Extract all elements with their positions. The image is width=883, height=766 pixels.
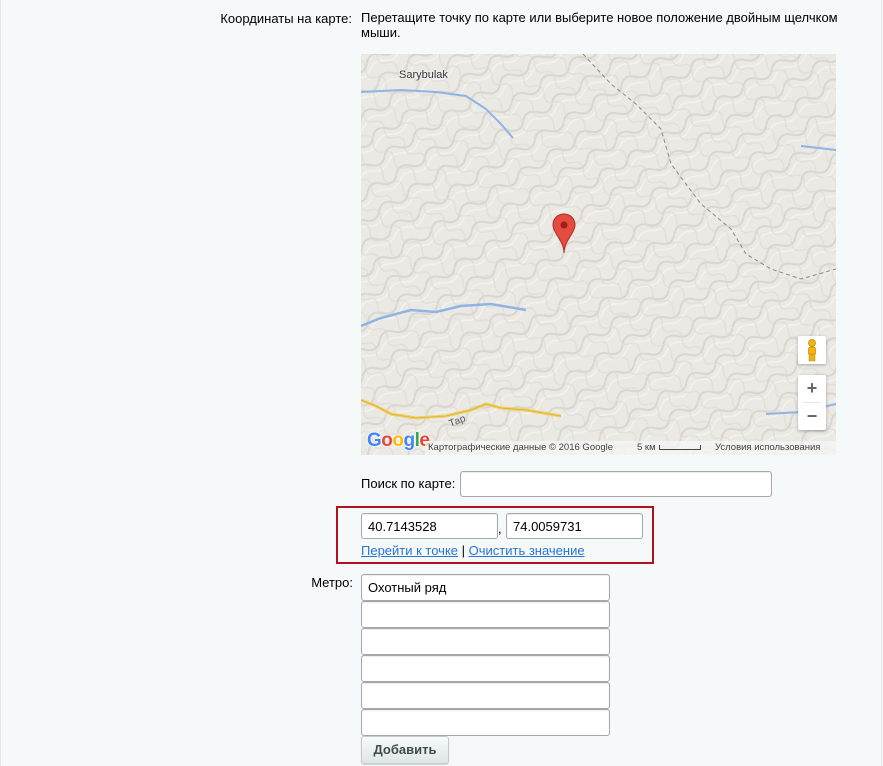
metro-input-5[interactable] [361, 682, 610, 709]
go-to-point-link[interactable]: Перейти к точке [361, 543, 458, 558]
map-search-input[interactable] [460, 471, 772, 497]
map-terrain [361, 54, 836, 455]
map-place-label: Sarybulak [399, 69, 448, 81]
coordinates-hint: Перетащите точку по карте или выберите н… [361, 10, 838, 40]
map-attribution-bar: Картографические данные © 2016 Google 5 … [425, 441, 836, 455]
metro-input-4[interactable] [361, 655, 610, 682]
map-canvas[interactable]: Sarybulak Тар + − Google Картографически… [361, 54, 836, 455]
coordinates-actions: Перейти к точке | Очистить значение [361, 543, 585, 558]
coordinates-separator: , [498, 521, 502, 536]
coordinates-label: Координаты на карте: [220, 11, 352, 26]
add-metro-button[interactable]: Добавить [361, 736, 449, 764]
page-border-left [0, 0, 1, 766]
longitude-input[interactable] [506, 513, 643, 539]
google-logo[interactable]: Google [367, 430, 430, 452]
metro-input-3[interactable] [361, 628, 610, 655]
metro-input-2[interactable] [361, 601, 610, 628]
map-search-label: Поиск по карте: [361, 476, 456, 491]
map-attribution: Картографические данные © 2016 Google [428, 442, 614, 453]
clear-value-link[interactable]: Очистить значение [469, 543, 585, 558]
metro-input-1[interactable] [361, 574, 610, 601]
map-scale-label: 5 км [637, 442, 656, 453]
map-marker-icon[interactable] [552, 213, 576, 255]
pegman-icon [808, 339, 816, 362]
zoom-out-button[interactable]: − [798, 403, 826, 430]
map-terms-link[interactable]: Условия использования [715, 441, 820, 455]
zoom-in-button[interactable]: + [798, 375, 826, 402]
metro-label: Метро: [311, 575, 353, 590]
map-scale-bar [659, 445, 701, 450]
street-view-button[interactable] [798, 336, 826, 364]
metro-input-6[interactable] [361, 709, 610, 736]
latitude-input[interactable] [361, 513, 498, 539]
link-separator: | [458, 543, 469, 558]
page-border-right [881, 0, 882, 766]
zoom-control: + − [798, 375, 826, 430]
